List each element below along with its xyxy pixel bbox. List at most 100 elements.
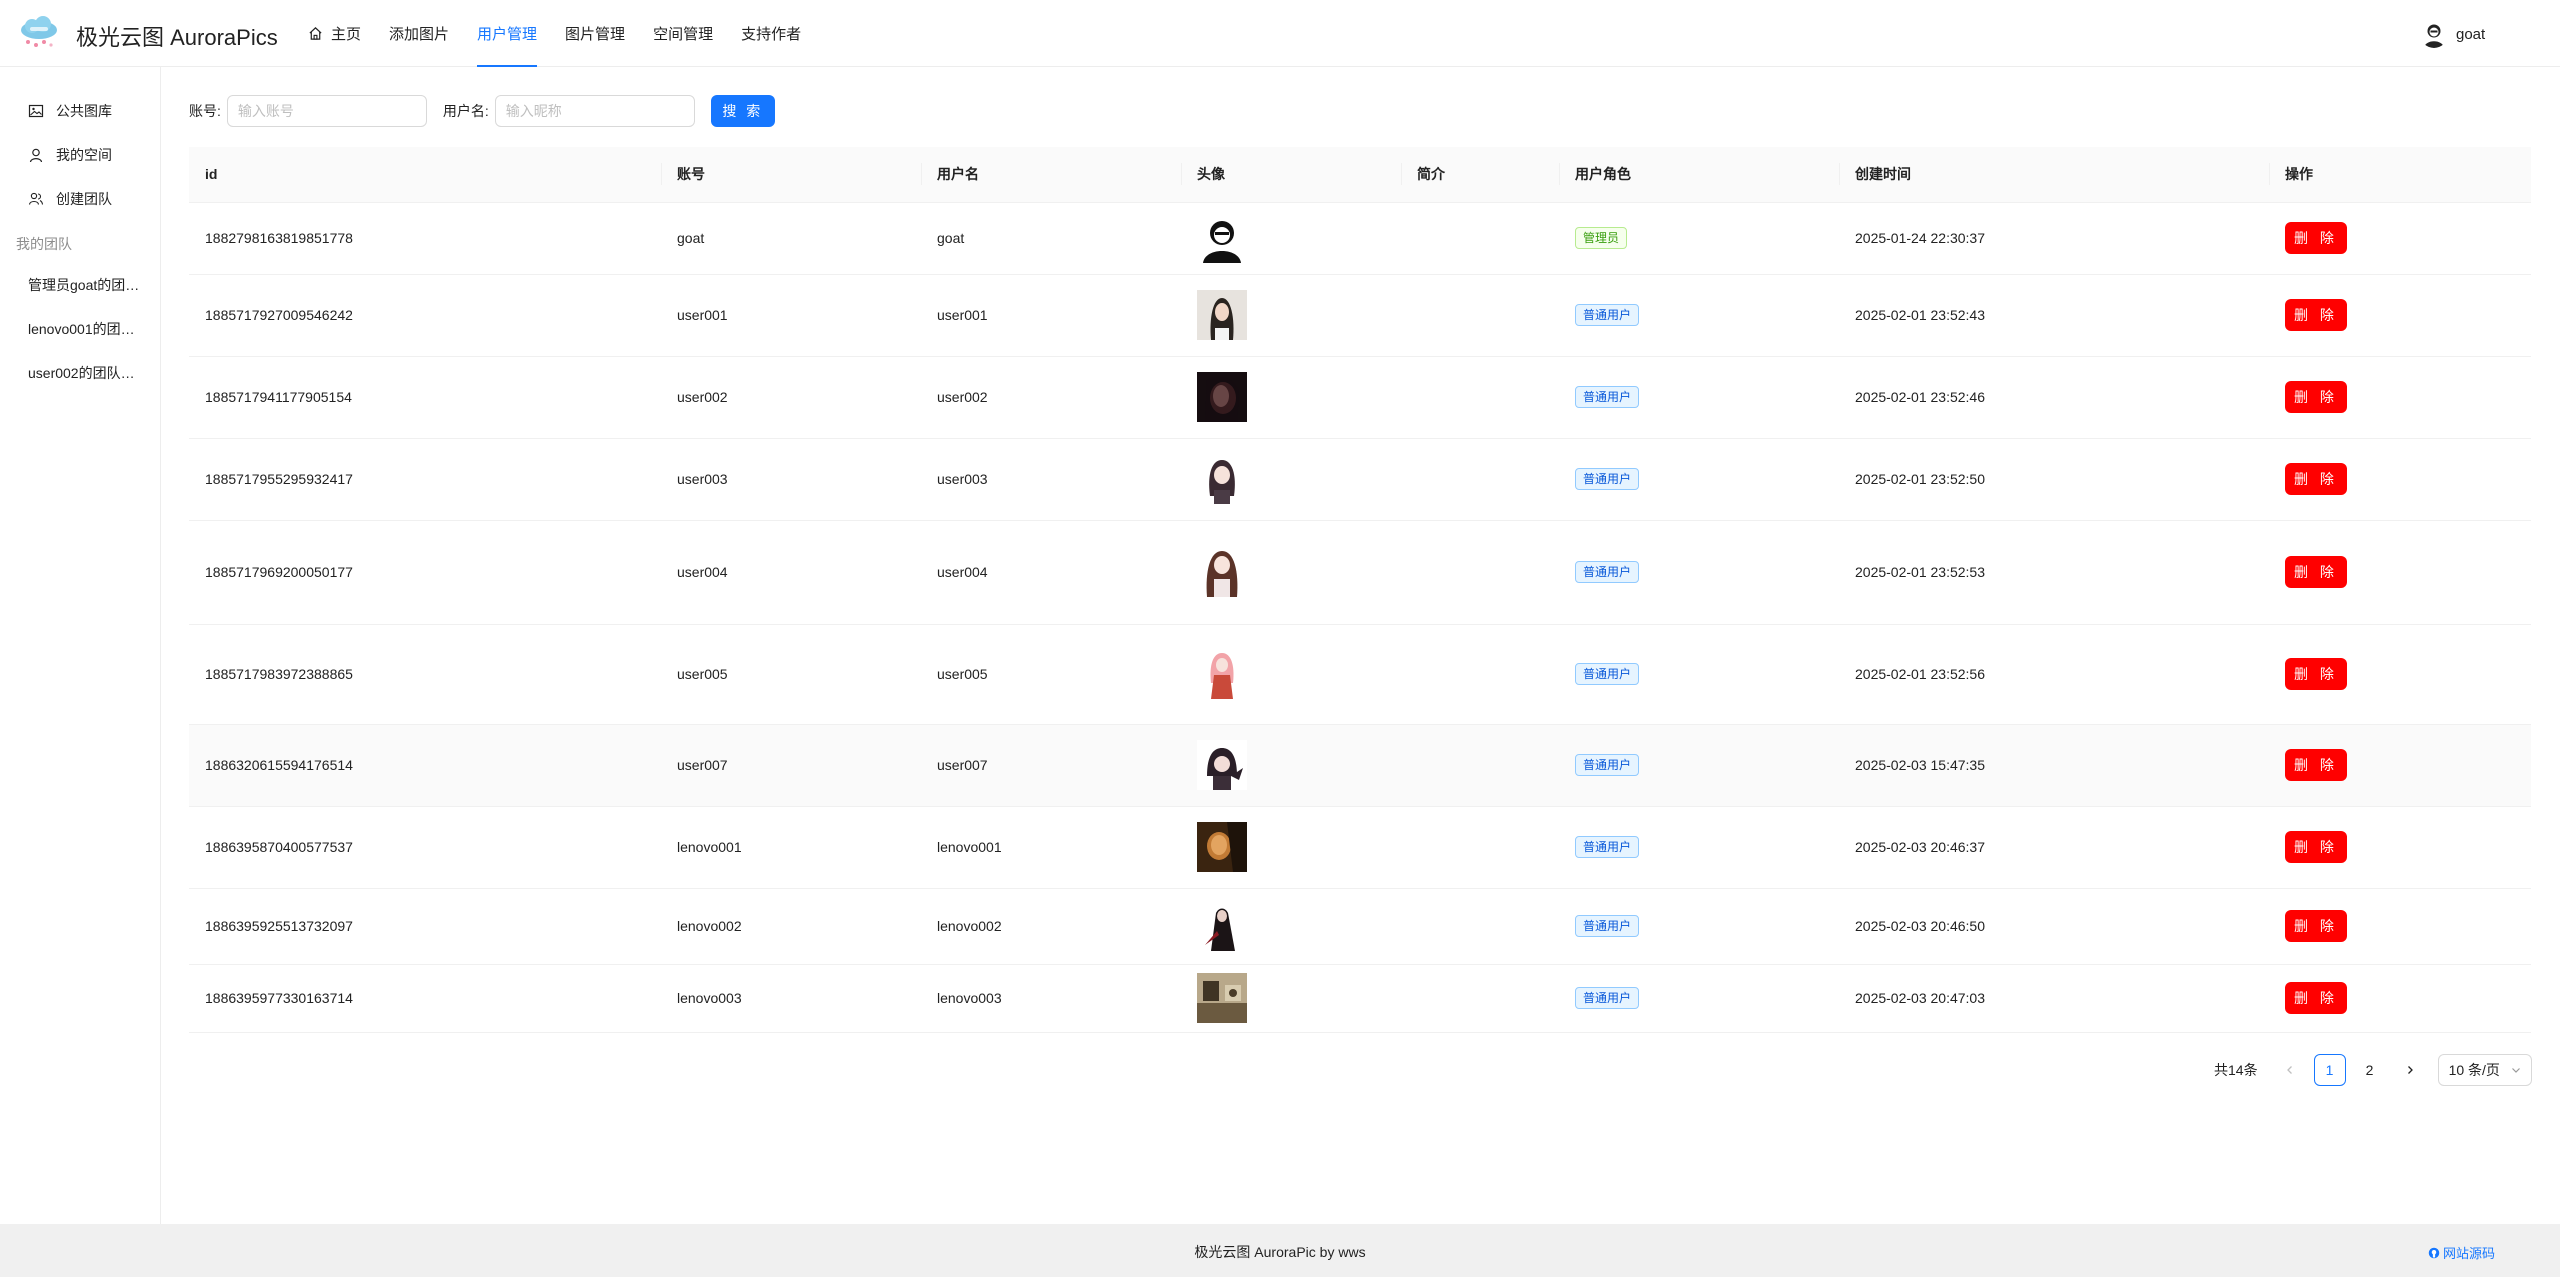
avatar-image[interactable] bbox=[1197, 213, 1247, 263]
nav-item-user-manage[interactable]: 用户管理 bbox=[463, 0, 551, 67]
sidebar-item-team[interactable]: lenovo001的团队空间 bbox=[0, 311, 160, 347]
search-button[interactable]: 搜 索 bbox=[710, 95, 775, 127]
footer: 极光云图 AuroraPic by wws 网站源码 bbox=[0, 1224, 2560, 1277]
cell-actions: 删 除 bbox=[2269, 724, 2531, 807]
sidebar: 公共图库 我的空间 创建团队 我的团队 管理员goat的团队空间 lenovo0… bbox=[0, 67, 161, 1224]
avatar-image[interactable] bbox=[1197, 454, 1247, 504]
role-tag: 普通用户 bbox=[1575, 304, 1640, 326]
prev-page-button[interactable] bbox=[2274, 1054, 2306, 1086]
role-tag: 普通用户 bbox=[1575, 836, 1640, 858]
column-header-profile: 简介 bbox=[1401, 147, 1559, 203]
role-tag: 普通用户 bbox=[1575, 663, 1640, 685]
column-header-actions: 操作 bbox=[2269, 147, 2531, 203]
sidebar-item-label: 管理员goat的团队空间 bbox=[28, 277, 140, 293]
page-size-value: 10 条/页 bbox=[2448, 1062, 2500, 1078]
avatar-image[interactable] bbox=[1197, 901, 1247, 951]
cell-id: 1886395870400577537 bbox=[189, 806, 661, 889]
delete-button[interactable]: 删 除 bbox=[2285, 831, 2347, 863]
delete-button[interactable]: 删 除 bbox=[2285, 463, 2347, 495]
nav-item-home[interactable]: 主页 bbox=[294, 0, 375, 67]
sidebar-item-team[interactable]: user002的团队空间 bbox=[0, 355, 160, 391]
column-header-id: id bbox=[189, 147, 661, 203]
cell-username: user003 bbox=[921, 438, 1181, 521]
page-size-select[interactable]: 10 条/页 bbox=[2437, 1054, 2532, 1086]
cell-role: 普通用户 bbox=[1559, 724, 1839, 807]
avatar-image[interactable] bbox=[1197, 973, 1247, 1023]
table-row: 1885717941177905154 user002 user002 普通用户 202… bbox=[189, 356, 2531, 439]
cell-profile bbox=[1401, 520, 1559, 625]
cell-avatar bbox=[1181, 888, 1401, 965]
avatar-image[interactable] bbox=[1197, 649, 1247, 699]
cell-created: 2025-02-01 23:52:50 bbox=[1839, 438, 2269, 521]
delete-button[interactable]: 删 除 bbox=[2285, 910, 2347, 942]
cell-role: 普通用户 bbox=[1559, 806, 1839, 889]
avatar-image[interactable] bbox=[1197, 547, 1247, 597]
nav-label: 添加图片 bbox=[389, 26, 450, 43]
cloud-logo-icon[interactable] bbox=[18, 16, 60, 50]
chevron-left-icon bbox=[2286, 1066, 2292, 1074]
nav-item-support-author[interactable]: 支持作者 bbox=[727, 0, 815, 67]
brand-title[interactable]: 极光云图 AuroraPics bbox=[76, 20, 278, 52]
column-header-username: 用户名 bbox=[921, 147, 1181, 203]
cell-username: user002 bbox=[921, 356, 1181, 439]
sidebar-group-title: 我的团队 bbox=[16, 236, 72, 252]
nav-item-add-picture[interactable]: 添加图片 bbox=[375, 0, 463, 67]
account-search-input[interactable] bbox=[226, 95, 427, 127]
main-nav: 主页 添加图片 用户管理 图片管理 空间管理 支持作者 bbox=[294, 0, 815, 67]
nav-item-picture-manage[interactable]: 图片管理 bbox=[551, 0, 639, 67]
role-tag: 普通用户 bbox=[1575, 561, 1640, 583]
delete-button[interactable]: 删 除 bbox=[2285, 381, 2347, 413]
cell-id: 1885717955295932417 bbox=[189, 438, 661, 521]
page-button-2[interactable]: 2 bbox=[2354, 1054, 2386, 1086]
delete-button[interactable]: 删 除 bbox=[2285, 982, 2347, 1014]
avatar-image[interactable] bbox=[1197, 822, 1247, 872]
user-menu[interactable]: goat bbox=[2420, 20, 2485, 48]
chevron-down-icon bbox=[2511, 1068, 2520, 1073]
cell-id: 1886395925513732097 bbox=[189, 888, 661, 965]
delete-button[interactable]: 删 除 bbox=[2285, 749, 2347, 781]
page-button-1[interactable]: 1 bbox=[2313, 1054, 2346, 1086]
delete-button[interactable]: 删 除 bbox=[2285, 658, 2347, 690]
nav-label: 主页 bbox=[331, 26, 362, 43]
cell-profile bbox=[1401, 888, 1559, 965]
cell-id: 1882798163819851778 bbox=[189, 202, 661, 275]
nav-label: 图片管理 bbox=[565, 26, 626, 43]
table-row: 1885717969200050177 user004 user004 普通用户 202… bbox=[189, 520, 2531, 625]
delete-button[interactable]: 删 除 bbox=[2285, 556, 2347, 588]
cell-created: 2025-02-03 15:47:35 bbox=[1839, 724, 2269, 807]
cell-id: 1885717983972388865 bbox=[189, 624, 661, 725]
cell-profile bbox=[1401, 624, 1559, 725]
avatar-image[interactable] bbox=[1197, 372, 1247, 422]
pagination-total: 共14条 bbox=[2214, 1062, 2258, 1078]
username-search-input[interactable] bbox=[494, 95, 695, 127]
source-code-link[interactable]: 网站源码 bbox=[2428, 1243, 2495, 1262]
avatar-image[interactable] bbox=[1197, 290, 1247, 340]
cell-username: lenovo002 bbox=[921, 888, 1181, 965]
sidebar-item-public-gallery[interactable]: 公共图库 bbox=[0, 93, 160, 129]
cell-profile bbox=[1401, 438, 1559, 521]
cell-id: 1886320615594176514 bbox=[189, 724, 661, 807]
footer-text: 极光云图 AuroraPic by wws bbox=[1194, 1244, 1366, 1260]
chevron-right-icon bbox=[2407, 1066, 2413, 1074]
cell-created: 2025-02-03 20:46:37 bbox=[1839, 806, 2269, 889]
role-tag: 普通用户 bbox=[1575, 386, 1640, 408]
sidebar-item-create-team[interactable]: 创建团队 bbox=[0, 181, 160, 217]
delete-button[interactable]: 删 除 bbox=[2285, 299, 2347, 331]
cell-avatar bbox=[1181, 520, 1401, 625]
cell-username: lenovo003 bbox=[921, 964, 1181, 1033]
cell-actions: 删 除 bbox=[2269, 274, 2531, 357]
nav-item-space-manage[interactable]: 空间管理 bbox=[639, 0, 727, 67]
sidebar-item-team[interactable]: 管理员goat的团队空间 bbox=[0, 267, 160, 303]
account-label: 账号: bbox=[189, 103, 221, 119]
cell-created: 2025-02-01 23:52:43 bbox=[1839, 274, 2269, 357]
cell-avatar bbox=[1181, 274, 1401, 357]
cell-profile bbox=[1401, 202, 1559, 275]
sidebar-item-my-space[interactable]: 我的空间 bbox=[0, 137, 160, 173]
cell-avatar bbox=[1181, 724, 1401, 807]
avatar-image[interactable] bbox=[1197, 740, 1247, 790]
pagination: 共14条 1 2 10 条/页 bbox=[2214, 1054, 2532, 1086]
cell-avatar bbox=[1181, 356, 1401, 439]
delete-button[interactable]: 删 除 bbox=[2285, 222, 2347, 254]
table-row: 1882798163819851778 goat goat 管理员 2025-01-24… bbox=[189, 202, 2531, 275]
next-page-button[interactable] bbox=[2394, 1054, 2426, 1086]
